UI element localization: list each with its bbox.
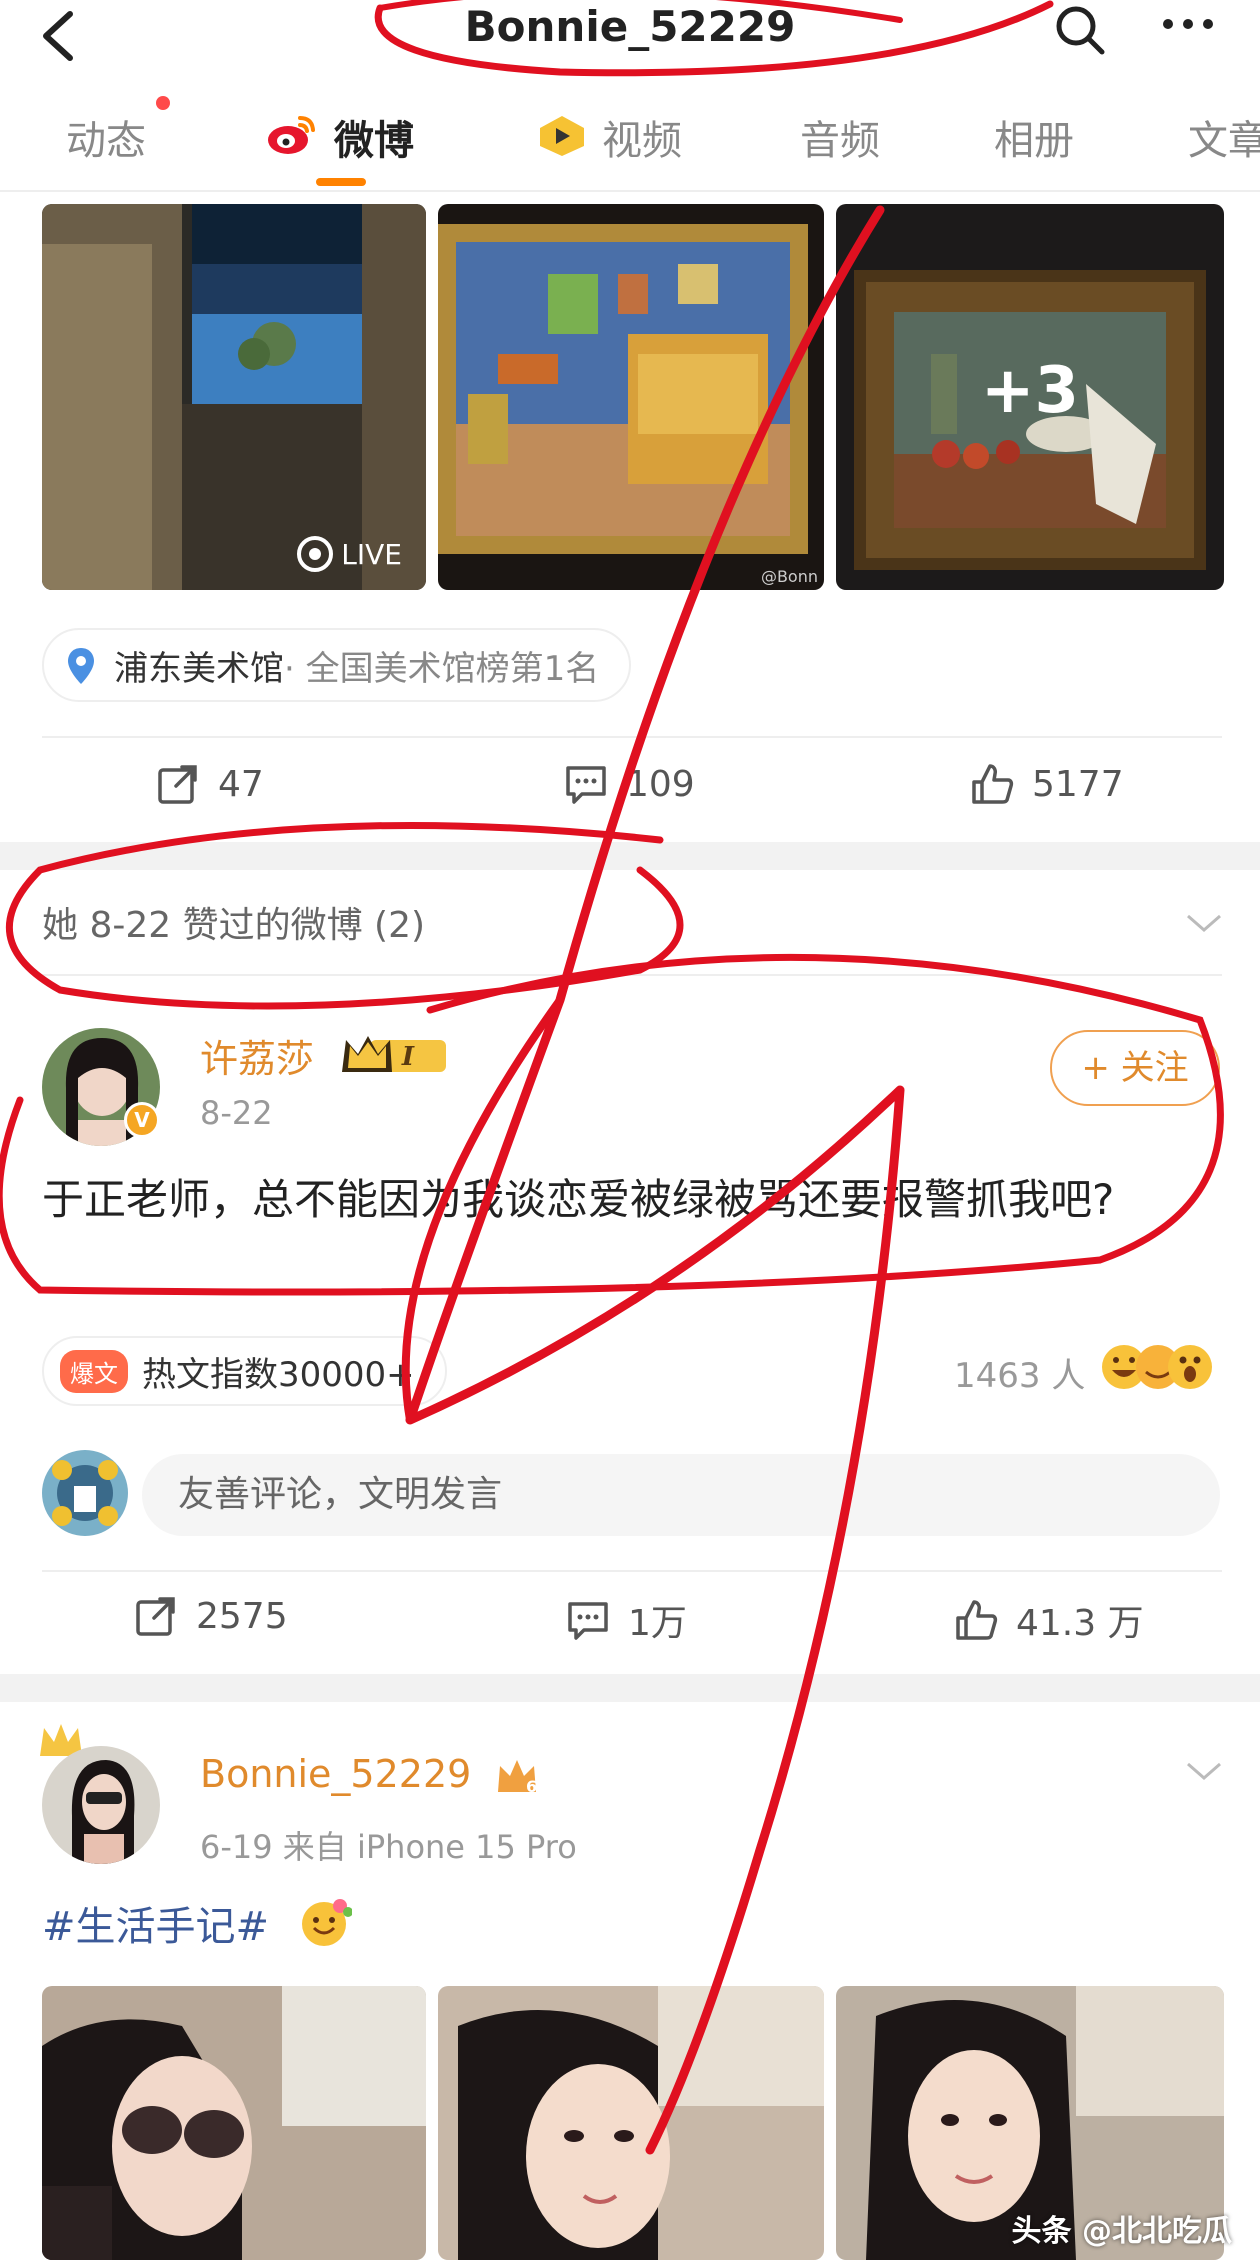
tab-weibo[interactable]: 微博 — [334, 108, 414, 166]
member-badge-icon: 6 — [494, 1756, 540, 1796]
location-rank: · 全国美术馆榜第1名 — [284, 648, 600, 689]
divider — [42, 1570, 1222, 1572]
reaction-count: 1463 人 — [954, 1356, 1086, 1396]
post-body-text: 于正老师，总不能因为我谈恋爱被绿被骂还要报警抓我吧? — [42, 1175, 1115, 1224]
tab-audio[interactable]: 音频 — [800, 108, 880, 166]
post-image-window-live[interactable]: LIVE — [42, 204, 426, 590]
comment-button[interactable]: 1万 — [566, 1594, 687, 1646]
chevron-down-icon[interactable] — [1184, 908, 1224, 938]
post-image-selfie-1[interactable] — [42, 1986, 426, 2260]
video-channel-icon — [536, 114, 588, 158]
post-author-name[interactable]: Bonnie_52229 — [200, 1752, 471, 1796]
follow-button[interactable]: + 关注 — [1050, 1030, 1220, 1106]
current-user-avatar[interactable] — [42, 1450, 128, 1536]
hot-index-label: 热文指数30000+ — [142, 1354, 415, 1395]
post-image-van-gogh-bedroom[interactable]: @Bonn — [438, 204, 824, 590]
live-icon — [297, 536, 334, 572]
like-count: 41.3 万 — [1016, 1603, 1144, 1644]
comment-input[interactable]: 友善评论，文明发言 — [142, 1454, 1220, 1536]
verified-badge-icon: V — [124, 1102, 160, 1138]
member-crown-badge-icon: I — [340, 1032, 450, 1076]
section-separator — [0, 842, 1260, 870]
thumbs-up-icon — [956, 1600, 998, 1640]
svg-text:6: 6 — [526, 1777, 537, 1796]
location-pin-icon — [66, 646, 96, 686]
post-time: 8-22 — [200, 1094, 273, 1132]
image-watermark: @Bonn — [760, 567, 818, 586]
repost-button[interactable]: 47 — [156, 762, 264, 806]
more-images-overlay[interactable]: +3 — [836, 354, 1224, 428]
post-image-cezanne-still-life[interactable]: +3 — [836, 204, 1224, 590]
like-count: 5177 — [1032, 763, 1124, 805]
repost-icon — [158, 765, 197, 804]
liked-posts-heading[interactable]: 她 8-22 赞过的微博 (2) — [42, 896, 425, 948]
hot-badge: 爆文 — [60, 1349, 128, 1393]
topic-hashtag[interactable]: #生活手记# — [42, 1894, 269, 1952]
comment-count: 1万 — [628, 1603, 687, 1644]
divider — [42, 736, 1222, 738]
avatar[interactable] — [42, 1746, 160, 1864]
post-author-name[interactable]: 许荔莎 — [200, 1028, 314, 1083]
comment-button[interactable]: 109 — [564, 762, 695, 806]
weibo-logo-icon — [266, 112, 318, 156]
location-name: 浦东美术馆 — [114, 648, 284, 689]
comment-icon — [566, 766, 606, 804]
profile-tabs: 动态 微博 视频 音频 相册 文章 — [0, 96, 1260, 192]
post-meta: 6-19 来自 iPhone 15 Pro — [200, 1828, 577, 1866]
tab-album[interactable]: 相册 — [994, 108, 1074, 166]
section-separator — [0, 1674, 1260, 1702]
location-tag[interactable]: 浦东美术馆 · 全国美术馆榜第1名 — [42, 628, 632, 702]
comment-count: 109 — [626, 763, 695, 805]
repost-icon — [136, 1597, 175, 1636]
divider — [42, 974, 1222, 976]
repost-button[interactable]: 2575 — [134, 1594, 288, 1638]
hot-post-tag[interactable]: 爆文 热文指数30000+ — [42, 1336, 447, 1406]
more-options-icon[interactable] — [1158, 2, 1218, 52]
post-image-selfie-2[interactable] — [438, 1986, 824, 2260]
comment-icon — [568, 1602, 608, 1640]
active-tab-indicator — [316, 178, 366, 186]
tab-video[interactable]: 视频 — [602, 108, 682, 166]
repost-count: 2575 — [196, 1595, 288, 1637]
repost-count: 47 — [218, 763, 264, 805]
chevron-down-icon[interactable] — [1184, 1756, 1224, 1786]
member-level: I — [401, 1042, 415, 1072]
thumbs-up-icon — [972, 764, 1014, 804]
live-label: LIVE — [341, 537, 402, 571]
tab-dynamics[interactable]: 动态 — [66, 108, 146, 166]
reaction-emoji-icon[interactable] — [1100, 1342, 1220, 1392]
like-button[interactable]: 5177 — [970, 762, 1124, 806]
live-photo-badge: LIVE — [297, 536, 402, 572]
source-watermark: 头条 @北北吃瓜 — [1011, 2214, 1232, 2249]
like-button[interactable]: 41.3 万 — [954, 1594, 1144, 1646]
tab-articles[interactable]: 文章 — [1188, 108, 1260, 166]
top-nav-bar: Bonnie_52229 — [0, 0, 1260, 82]
flower-emoji-icon — [296, 1896, 353, 1948]
search-icon[interactable] — [1052, 2, 1108, 58]
notification-dot — [156, 96, 170, 110]
